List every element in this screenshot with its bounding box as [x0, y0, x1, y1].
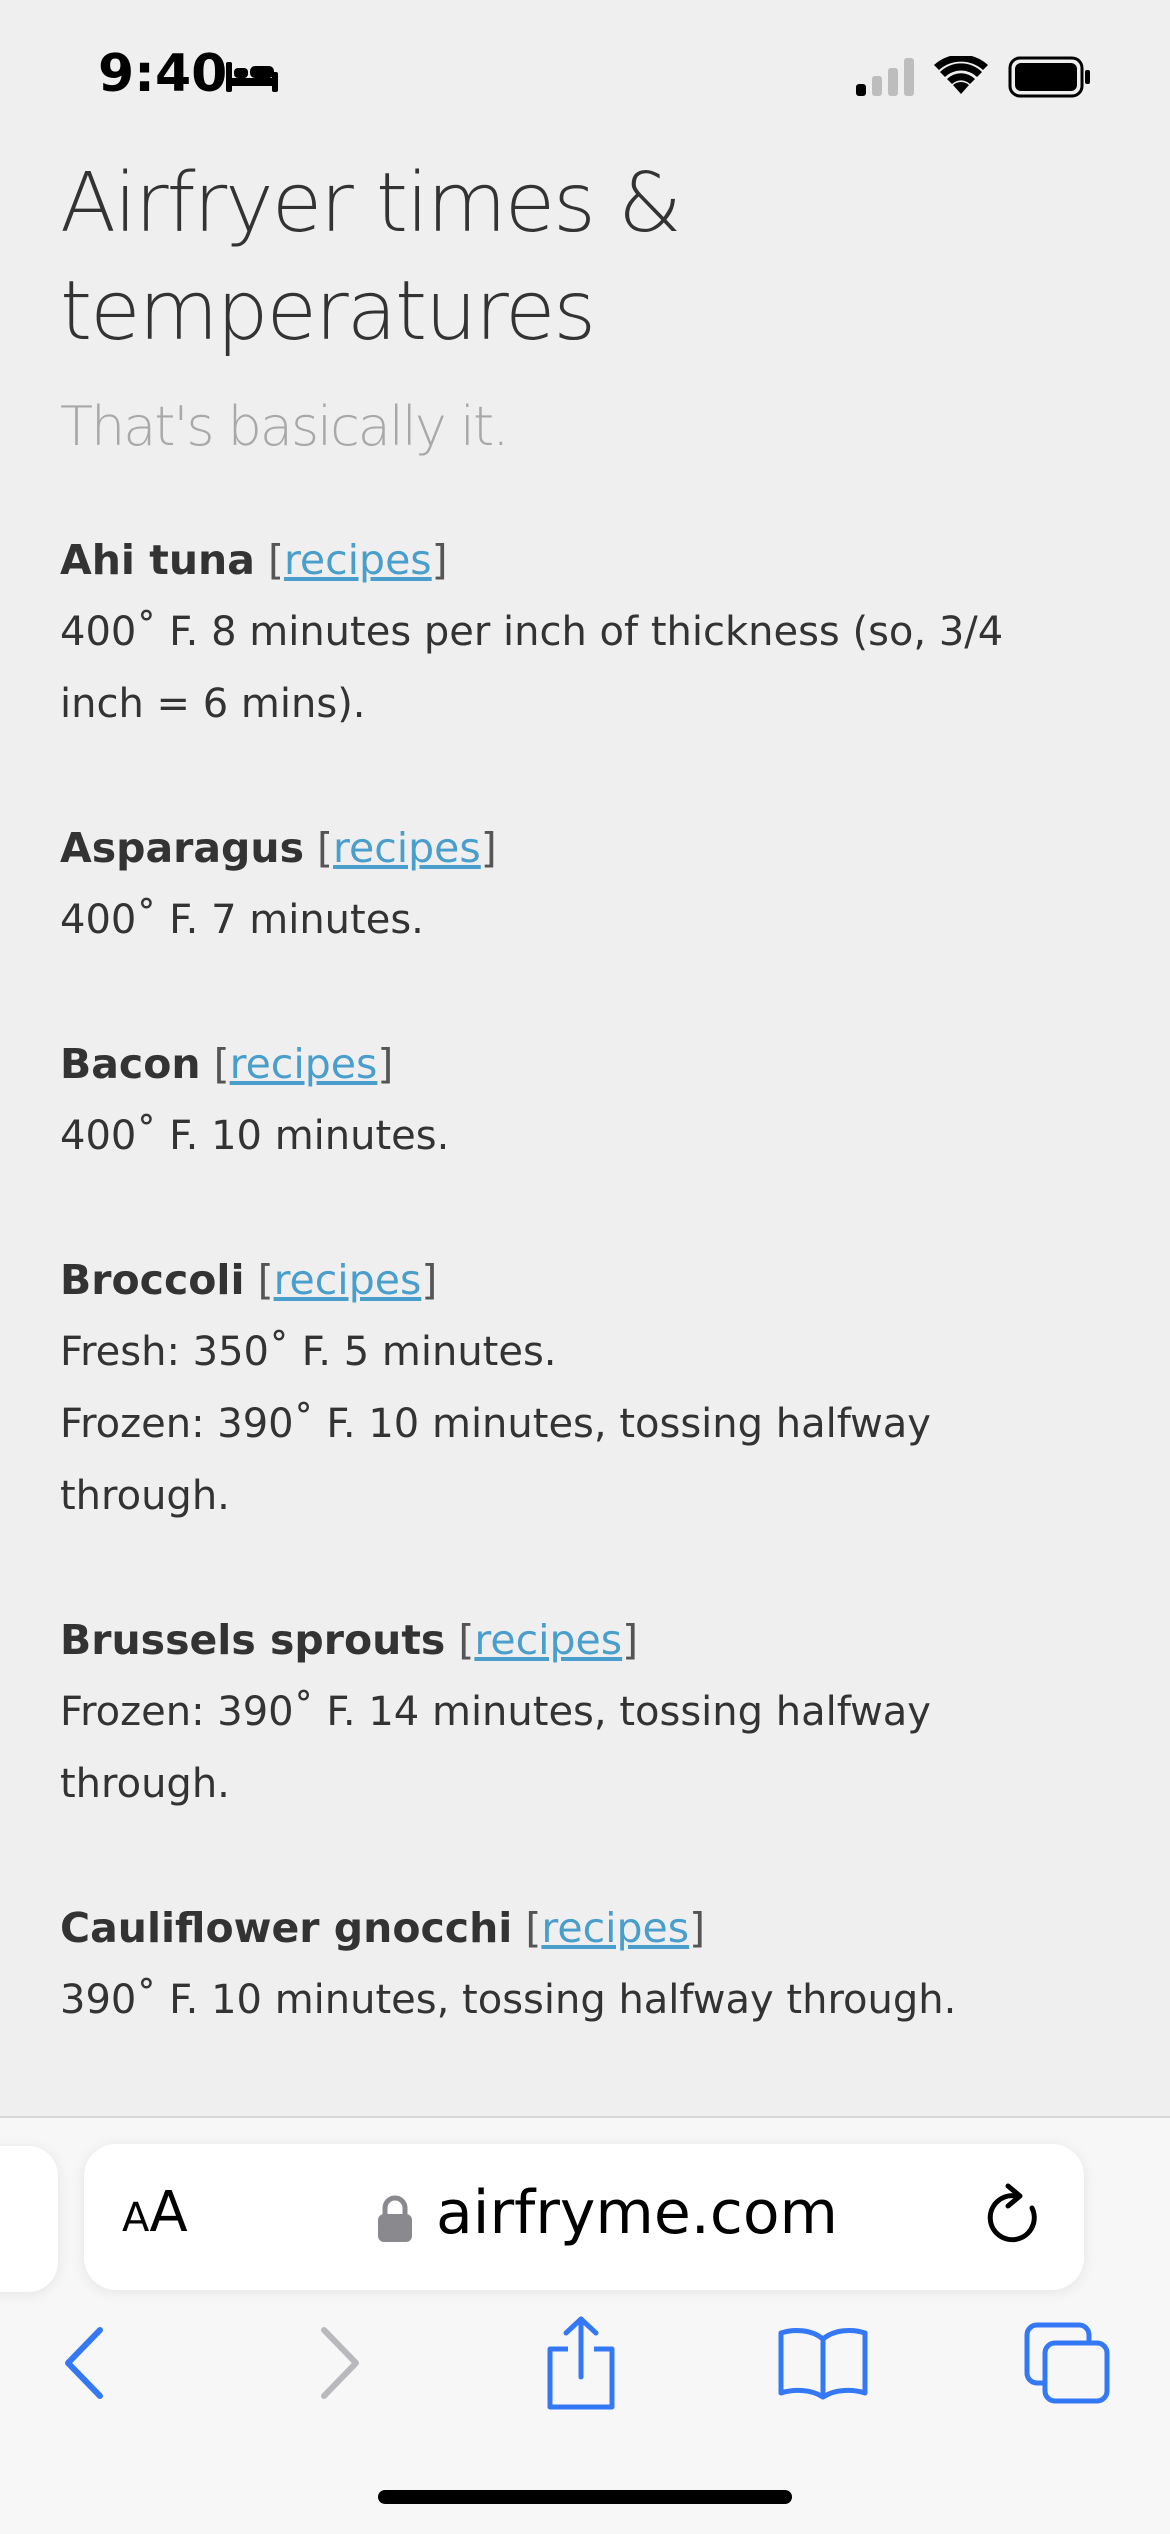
entry-detail: Fresh: 350˚ F. 5 minutes. [60, 1329, 557, 1375]
browser-bottom-bar: AA airfryme.com [0, 2116, 1170, 2534]
page-title: Airfryer times & temperatures [60, 150, 1110, 366]
url-text: airfryme.com [436, 2178, 838, 2248]
web-content: Airfryer times & temperatures That's bas… [60, 150, 1110, 2108]
entry-name: Bacon [60, 1040, 201, 1088]
tabs-icon [1023, 2321, 1111, 2409]
previous-tab-card[interactable] [0, 2146, 58, 2292]
entry-detail: through. [60, 1473, 230, 1519]
text-size-button[interactable]: AA [122, 2180, 188, 2245]
bookmarks-button[interactable] [768, 2310, 878, 2420]
entry-detail: 400˚ F. 10 minutes. [60, 1113, 450, 1159]
entry-detail: 400˚ F. 7 minutes. [60, 897, 424, 943]
recipes-link[interactable]: recipes [541, 1904, 689, 1952]
reload-icon[interactable] [982, 2182, 1046, 2256]
entry-heading: Ahi tuna [recipes] [60, 536, 448, 584]
entry-detail: 390˚ F. 10 minutes, tossing halfway thro… [60, 1977, 957, 2023]
recipes-link[interactable]: recipes [230, 1040, 378, 1088]
chevron-left-icon [60, 2326, 110, 2404]
page-title-line2: temperatures [60, 264, 596, 359]
entry-name: Ahi tuna [60, 536, 255, 584]
list-item: Bacon [recipes] 400˚ F. 10 minutes. [60, 1028, 1110, 1172]
forward-button[interactable] [284, 2310, 394, 2420]
entry-heading: Cauliflower gnocchi [recipes] [60, 1904, 706, 1952]
status-time: 9:40 [98, 44, 228, 104]
entry-heading: Broccoli [recipes] [60, 1256, 438, 1304]
entry-detail: Frozen: 390˚ F. 14 minutes, tossing half… [60, 1689, 931, 1735]
bed-icon [224, 58, 280, 98]
entry-detail: Frozen: 390˚ F. 10 minutes, tossing half… [60, 1401, 931, 1447]
recipes-link[interactable]: recipes [474, 1616, 622, 1664]
page-tagline: That's basically it. [60, 395, 509, 458]
back-button[interactable] [30, 2310, 140, 2420]
list-item: Brussels sprouts [recipes] Frozen: 390˚ … [60, 1604, 1110, 1820]
entry-detail: through. [60, 1761, 230, 1807]
recipes-link[interactable]: recipes [274, 1256, 422, 1304]
wifi-icon [934, 54, 988, 100]
entry-detail: 400˚ F. 8 minutes per inch of thickness … [60, 609, 1004, 655]
book-icon [777, 2325, 869, 2405]
list-item: Ahi tuna [recipes] 400˚ F. 8 minutes per… [60, 524, 1110, 740]
list-item: Broccoli [recipes] Fresh: 350˚ F. 5 minu… [60, 1244, 1110, 1532]
battery-icon [1008, 56, 1092, 102]
recipes-link[interactable]: recipes [284, 536, 432, 584]
tabs-button[interactable] [1012, 2310, 1122, 2420]
share-icon [544, 2315, 618, 2415]
lock-icon [376, 2194, 414, 2248]
entry-name: Asparagus [60, 824, 304, 872]
share-button[interactable] [526, 2310, 636, 2420]
entry-name: Cauliflower gnocchi [60, 1904, 513, 1952]
browser-toolbar [0, 2310, 1170, 2420]
list-item: Cauliflower gnocchi [recipes] 390˚ F. 10… [60, 1892, 1110, 2036]
page-title-line1: Airfryer times & [60, 156, 682, 251]
entry-heading: Brussels sprouts [recipes] [60, 1616, 639, 1664]
address-bar[interactable]: AA airfryme.com [84, 2144, 1084, 2290]
cellular-signal-icon [856, 58, 916, 100]
recipes-link[interactable]: recipes [333, 824, 481, 872]
entry-name: Broccoli [60, 1256, 245, 1304]
home-indicator[interactable] [378, 2490, 792, 2504]
entries-list: Ahi tuna [recipes] 400˚ F. 8 minutes per… [60, 524, 1110, 2036]
entry-name: Brussels sprouts [60, 1616, 446, 1664]
list-item: Asparagus [recipes] 400˚ F. 7 minutes. [60, 812, 1110, 956]
entry-heading: Bacon [recipes] [60, 1040, 394, 1088]
entry-heading: Asparagus [recipes] [60, 824, 497, 872]
status-bar: 9:40 [0, 0, 1170, 150]
entry-detail: inch = 6 mins). [60, 681, 366, 727]
chevron-right-icon [314, 2326, 364, 2404]
